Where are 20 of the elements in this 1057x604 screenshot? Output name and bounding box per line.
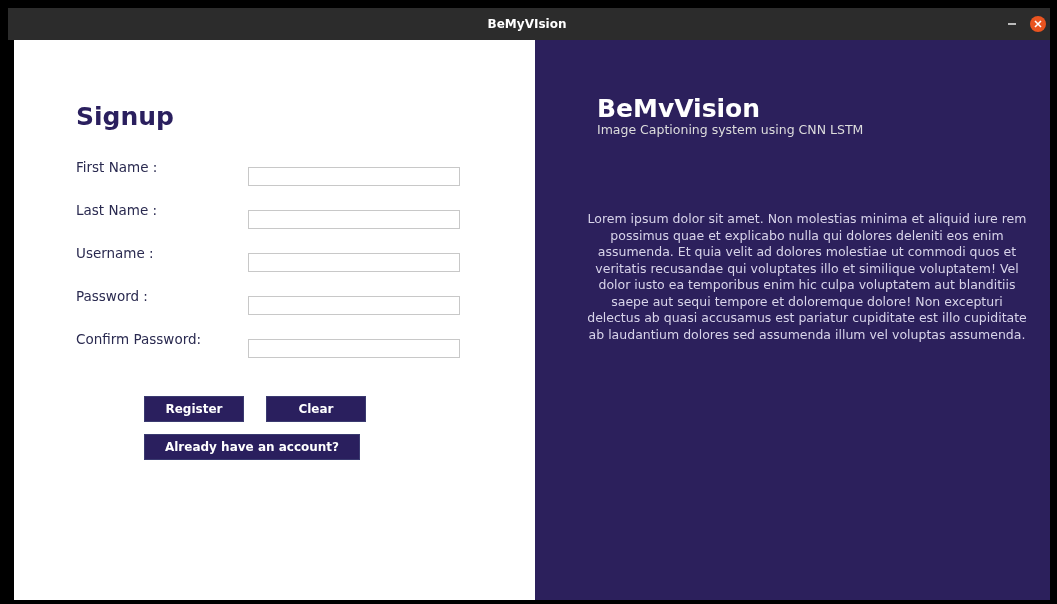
account-button[interactable]: Already have an account? [144, 434, 360, 460]
minimize-icon[interactable] [1008, 23, 1016, 25]
input-field[interactable] [248, 339, 460, 358]
field-label: Last Name : [76, 202, 159, 218]
form-title: Signup [76, 102, 175, 131]
field-label: First Name : [76, 159, 159, 175]
register-button[interactable]: Register [144, 396, 244, 422]
clear-button[interactable]: Clear [266, 396, 366, 422]
input-field[interactable] [248, 253, 460, 272]
field-label: Confirm Password: [76, 331, 203, 347]
field-label: Username : [76, 245, 155, 261]
field-label: Password : [76, 288, 149, 304]
app-subtitle: Image Captioning system using CNN LSTM [597, 122, 865, 137]
input-field[interactable] [248, 167, 460, 186]
app-title: BeMvVision [597, 96, 762, 122]
input-field[interactable] [248, 210, 460, 229]
input-field[interactable] [248, 296, 460, 315]
close-icon[interactable] [1030, 16, 1046, 32]
description-text: Lorem ipsum dolor sit amet. Non molestias minima et aliquid iure rem possimus quae et explicabo nulla qui dolores deleniti eos enim assumenda. Et quia velit ad dolores molestiae ut commodi quos et veritatis recusandae qui voluptates illo et similique voluptatem! Vel dolor iusto ea temporibus enim hic culpa voluptatem aut blanditiis saepe aut sequi tempore et doloremque dolore! Non excepturi delectus ab quasi accusamus est pariatur cupiditate est illo cupiditate ab laudantium dolores sed assumenda illum vel voluptas assumenda. [587, 211, 1027, 343]
window-title: BeMyVIsion [486, 17, 568, 31]
